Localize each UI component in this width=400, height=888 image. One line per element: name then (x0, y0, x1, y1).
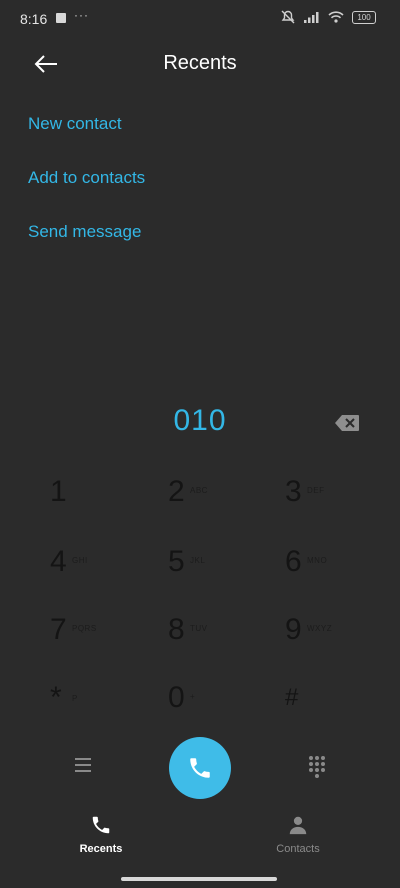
key-letters: PQRS (72, 624, 97, 633)
dialpad-key-star[interactable]: * P (50, 676, 160, 730)
key-letters: TUV (190, 624, 208, 633)
send-message-link[interactable]: Send message (28, 222, 141, 242)
key-letters: MNO (307, 556, 328, 565)
phone-icon (190, 758, 210, 778)
more-notifications-indicator: ··· (74, 8, 89, 22)
menu-button[interactable] (72, 756, 94, 774)
dialpad-key-4[interactable]: 4 GHI (50, 540, 160, 594)
add-to-contacts-link[interactable]: Add to contacts (28, 168, 145, 188)
nav-contacts[interactable]: Contacts (238, 814, 358, 855)
key-digit: 7 (50, 613, 67, 646)
key-digit: 5 (168, 545, 185, 578)
wifi-icon (328, 11, 344, 23)
nav-recents-label: Recents (79, 843, 123, 855)
phone-icon (92, 816, 110, 834)
key-digit: 4 (50, 545, 67, 578)
dialpad-key-3[interactable]: 3 DEF (285, 470, 395, 524)
key-digit: 0 (168, 681, 185, 714)
dialpad-icon (309, 756, 325, 778)
dialpad-key-9[interactable]: 9 WXYZ (285, 608, 395, 662)
dialpad-key-8[interactable]: 8 TUV (168, 608, 278, 662)
signal-icon (304, 12, 319, 23)
key-letters: + (190, 692, 196, 701)
key-letters: ABC (190, 486, 208, 495)
nav-contacts-label: Contacts (276, 843, 320, 855)
key-digit: 6 (285, 545, 302, 578)
key-digit: 8 (168, 613, 185, 646)
dialpad-key-5[interactable]: 5 JKL (168, 540, 278, 594)
battery-icon: 100 (352, 10, 376, 24)
keypad-toggle-button[interactable] (306, 754, 328, 778)
status-time: 8:16 (20, 11, 48, 27)
key-letters: DEF (307, 486, 325, 495)
call-button[interactable] (169, 737, 231, 799)
status-icons: 100 (280, 10, 376, 24)
mute-icon (281, 10, 295, 24)
home-indicator[interactable] (121, 877, 277, 881)
key-digit: 1 (50, 475, 67, 508)
page-title: Recents (163, 52, 237, 74)
backspace-icon (335, 415, 359, 431)
key-letters: P (72, 694, 78, 703)
key-digit: 9 (285, 613, 302, 646)
dialpad-key-1[interactable]: 1 (50, 470, 160, 524)
dialpad-key-0[interactable]: 0 + (168, 676, 278, 730)
person-icon (289, 816, 307, 835)
nav-recents[interactable]: Recents (41, 814, 161, 855)
key-letters: GHI (72, 556, 88, 565)
menu-icon (75, 758, 91, 772)
key-letters: JKL (190, 556, 206, 565)
status-bar: 8:16 ··· 100 (0, 0, 400, 40)
dialpad-key-hash[interactable]: # (285, 676, 395, 730)
key-digit: * (50, 681, 62, 714)
dialpad-key-6[interactable]: 6 MNO (285, 540, 395, 594)
key-digit: # (285, 684, 299, 711)
new-contact-link[interactable]: New contact (28, 114, 122, 134)
backspace-button[interactable] (334, 414, 360, 432)
key-letters: WXYZ (307, 624, 333, 633)
dialpad-key-2[interactable]: 2 ABC (168, 470, 278, 524)
key-digit: 2 (168, 475, 185, 508)
notification-icon (56, 13, 66, 23)
dialpad-key-7[interactable]: 7 PQRS (50, 608, 160, 662)
key-digit: 3 (285, 475, 302, 508)
